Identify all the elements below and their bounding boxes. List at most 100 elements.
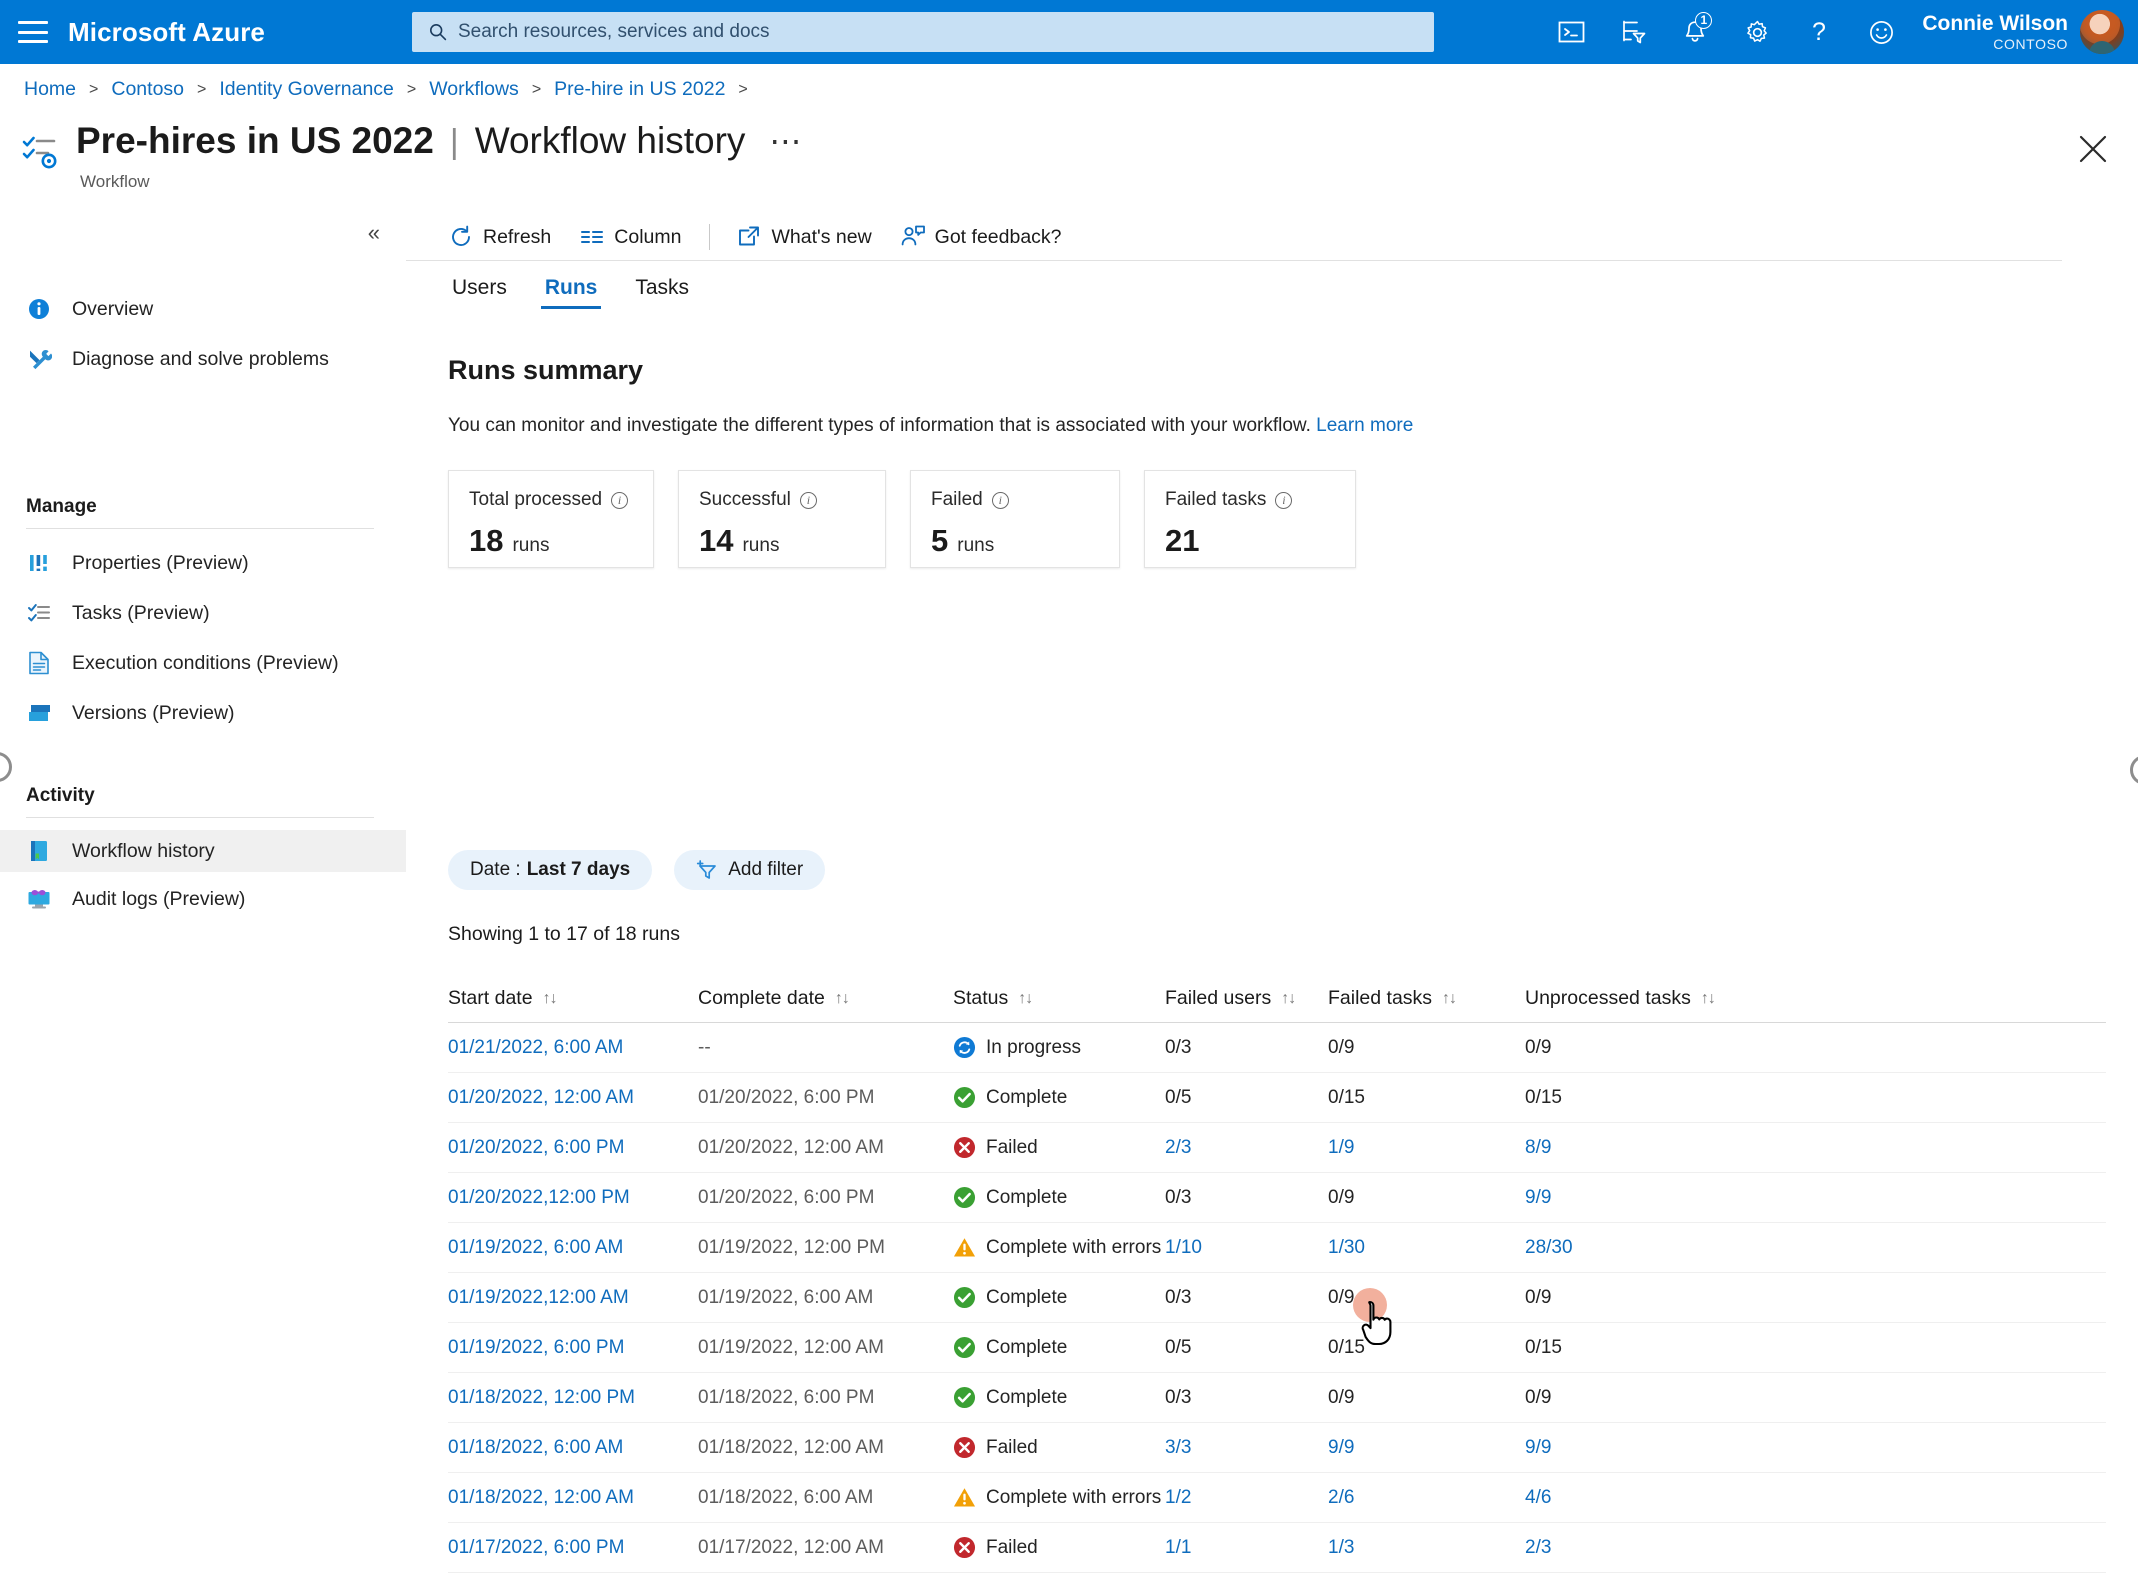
sidebar-item-overview[interactable]: Overview [0,288,406,330]
table-row[interactable]: 01/19/2022, 6:00 PM 01/19/2022, 12:00 AM C… [448,1323,2106,1373]
right-edge-handle[interactable] [2130,755,2138,785]
column-header-start-date[interactable]: Start date ↑↓ [448,987,698,1010]
status-badge: Failed [986,1136,1038,1158]
cell-unprocessed-tasks[interactable]: 9/9 [1525,1187,1805,1209]
cell-unprocessed-tasks[interactable]: 28/30 [1525,1237,1805,1259]
cell-unprocessed-tasks[interactable]: 4/6 [1525,1487,1805,1509]
cell-failed-users[interactable]: 2/3 [1165,1137,1328,1159]
table-row[interactable]: 01/19/2022, 6:00 AM 01/19/2022, 12:00 PM C… [448,1223,2106,1273]
got-feedback-button[interactable]: Got feedback? [900,216,1062,258]
column-header-complete-date[interactable]: Complete date ↑↓ [698,987,953,1010]
cell-start-date[interactable]: 01/21/2022, 6:00 AM [448,1037,698,1059]
cell-start-date[interactable]: 01/18/2022, 12:00 PM [448,1387,698,1409]
breadcrumb-item-identity-governance[interactable]: Identity Governance [219,78,394,101]
column-header-unprocessed-tasks[interactable]: Unprocessed tasks ↑↓ [1525,987,1805,1010]
cell-failed-tasks[interactable]: 1/9 [1328,1137,1525,1159]
cell-failed-tasks[interactable]: 2/6 [1328,1487,1525,1509]
column-header-status[interactable]: Status ↑↓ [953,987,1165,1010]
column-header-failed-users[interactable]: Failed users ↑↓ [1165,987,1328,1010]
breadcrumb-separator-icon: > [738,80,748,98]
table-row[interactable]: 01/18/2022, 12:00 AM 01/18/2022, 6:00 AM C… [448,1473,2106,1523]
toolbar-divider-rule [406,260,2062,261]
table-row[interactable]: 01/17/2022, 6:00 PM 01/17/2022, 12:00 AM F… [448,1523,2106,1573]
cell-failed-tasks[interactable]: 1/3 [1328,1537,1525,1559]
info-icon[interactable]: i [611,491,629,509]
directories-filter-icon[interactable] [1602,0,1664,64]
column-button[interactable]: Column [579,216,681,258]
more-options-icon[interactable]: ⋯ [769,125,803,157]
breadcrumb-item-pre-hire[interactable]: Pre-hire in US 2022 [554,78,725,101]
book-icon [26,838,52,864]
sort-icon[interactable]: ↑↓ [1701,990,1716,1008]
azure-brand-label[interactable]: Microsoft Azure [68,17,265,48]
cell-failed-users[interactable]: 1/1 [1165,1537,1328,1559]
user-account-menu[interactable]: Connie Wilson CONTOSO [1922,10,2124,54]
sidebar-item-execution-conditions[interactable]: Execution conditions (Preview) [0,642,406,684]
sort-icon[interactable]: ↑↓ [1018,990,1033,1008]
table-row[interactable]: 01/20/2022, 12:00 AM 01/20/2022, 6:00 PM C… [448,1073,2106,1123]
cell-start-date[interactable]: 01/18/2022, 12:00 AM [448,1487,698,1509]
info-icon[interactable]: i [991,491,1009,509]
sort-icon[interactable]: ↑↓ [543,990,558,1008]
close-icon[interactable] [2076,132,2110,166]
cell-start-date[interactable]: 01/20/2022,12:00 PM [448,1187,698,1209]
sort-icon[interactable]: ↑↓ [1281,990,1296,1008]
settings-gear-icon[interactable] [1726,0,1788,64]
refresh-button[interactable]: Refresh [448,216,551,258]
cell-failed-tasks[interactable]: 1/30 [1328,1237,1525,1259]
learn-more-link[interactable]: Learn more [1316,415,1413,436]
breadcrumb-item-contoso[interactable]: Contoso [111,78,184,101]
card-label: Failed [931,489,983,510]
toolbar-divider [709,224,711,250]
sidebar-collapse-icon[interactable]: « [368,222,380,244]
cell-unprocessed-tasks[interactable]: 8/9 [1525,1137,1805,1159]
cloud-shell-icon[interactable] [1540,0,1602,64]
cell-start-date[interactable]: 01/20/2022, 12:00 AM [448,1087,698,1109]
breadcrumb-item-workflows[interactable]: Workflows [429,78,519,101]
sort-icon[interactable]: ↑↓ [1442,990,1457,1008]
column-header-failed-tasks[interactable]: Failed tasks ↑↓ [1328,987,1525,1010]
cell-failed-users[interactable]: 3/3 [1165,1437,1328,1459]
sidebar-item-audit-logs[interactable]: Audit logs (Preview) [0,878,406,920]
cell-start-date[interactable]: 01/20/2022, 6:00 PM [448,1137,698,1159]
help-question-icon[interactable]: ? [1788,0,1850,64]
cell-start-date[interactable]: 01/19/2022,12:00 AM [448,1287,698,1309]
cell-start-date[interactable]: 01/19/2022, 6:00 PM [448,1337,698,1359]
table-row[interactable]: 01/19/2022,12:00 AM 01/19/2022, 6:00 AM Co… [448,1273,2106,1323]
sort-icon[interactable]: ↑↓ [835,990,850,1008]
hamburger-menu-icon[interactable] [18,21,48,43]
sidebar-item-workflow-history[interactable]: Workflow history [0,830,406,872]
table-row[interactable]: 01/18/2022, 12:00 PM 01/18/2022, 6:00 PM C… [448,1373,2106,1423]
table-row[interactable]: 01/21/2022, 6:00 AM -- In progress 0/3 0/9 0/… [448,1023,2106,1073]
sidebar-item-properties[interactable]: Properties (Preview) [0,542,406,584]
notifications-icon[interactable]: 1 [1664,0,1726,64]
cell-unprocessed-tasks[interactable]: 9/9 [1525,1437,1805,1459]
sidebar-item-versions[interactable]: Versions (Preview) [0,692,406,734]
card-failed-tasks: Failed tasks i 21 [1144,470,1356,568]
avatar[interactable] [2080,10,2124,54]
sidebar-item-label: Workflow history [72,839,215,862]
sidebar-item-diagnose-and-solve-problems[interactable]: Diagnose and solve problems [0,338,406,380]
cell-failed-users[interactable]: 1/10 [1165,1237,1328,1259]
whats-new-button[interactable]: What's new [736,216,872,258]
table-row[interactable]: 01/20/2022,12:00 PM 01/20/2022, 6:00 PM Co… [448,1173,2106,1223]
tab-runs[interactable]: Runs [540,276,602,309]
sidebar-item-tasks[interactable]: Tasks (Preview) [0,592,406,634]
breadcrumb-item-home[interactable]: Home [24,78,76,101]
date-filter-chip[interactable]: Date : Last 7 days [448,850,653,890]
table-row[interactable]: 01/18/2022, 6:00 AM 01/18/2022, 12:00 AM F… [448,1423,2106,1473]
cell-start-date[interactable]: 01/17/2022, 6:00 PM [448,1537,698,1559]
info-icon[interactable]: i [1275,491,1293,509]
cell-failed-tasks[interactable]: 9/9 [1328,1437,1525,1459]
cell-start-date[interactable]: 01/18/2022, 6:00 AM [448,1437,698,1459]
feedback-smiley-icon[interactable] [1850,0,1912,64]
tab-users[interactable]: Users [448,276,511,309]
cell-unprocessed-tasks[interactable]: 2/3 [1525,1537,1805,1559]
info-icon[interactable]: i [799,491,817,509]
add-filter-chip[interactable]: Add filter [674,850,826,890]
table-row[interactable]: 01/20/2022, 6:00 PM 01/20/2022, 12:00 AM F… [448,1123,2106,1173]
global-search-input[interactable]: Search resources, services and docs [412,12,1434,52]
cell-start-date[interactable]: 01/19/2022, 6:00 AM [448,1237,698,1259]
cell-failed-users[interactable]: 1/2 [1165,1487,1328,1509]
tab-tasks[interactable]: Tasks [631,276,693,309]
